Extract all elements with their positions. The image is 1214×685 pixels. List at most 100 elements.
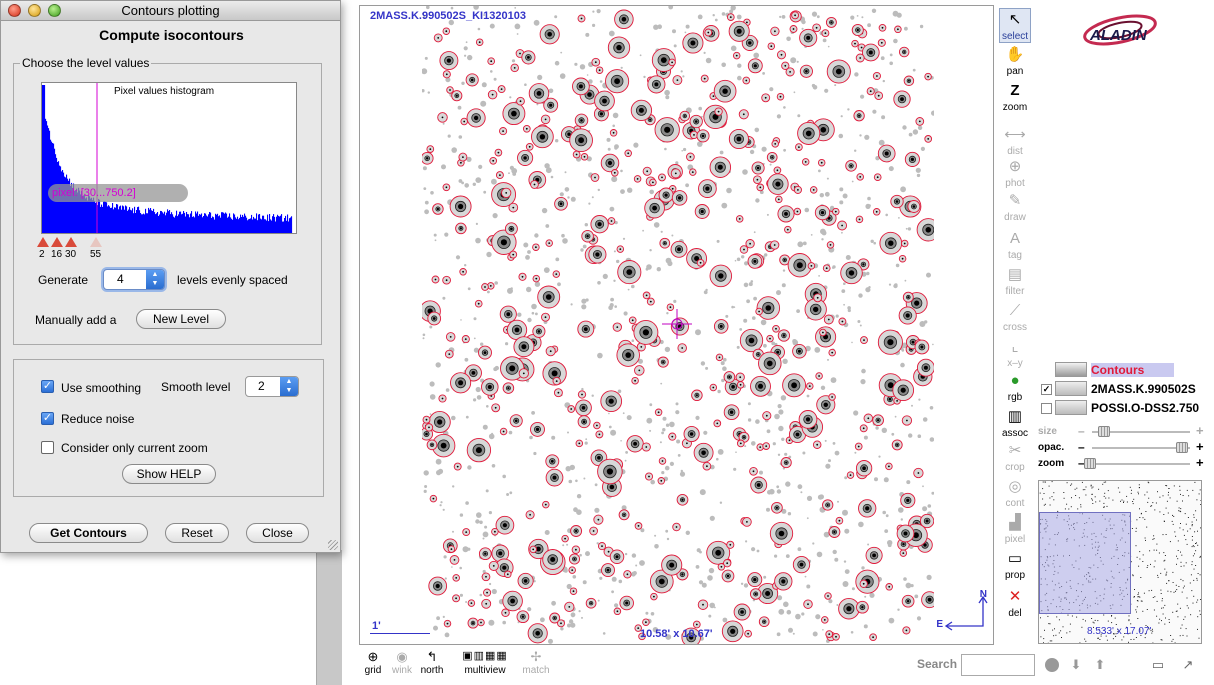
external-window-icon[interactable]: ↗ bbox=[1181, 658, 1195, 672]
layer-contours[interactable]: Contours bbox=[1038, 361, 1214, 379]
circle-icon[interactable] bbox=[1045, 658, 1059, 672]
star-source bbox=[815, 372, 823, 380]
overview-viewport[interactable] bbox=[1039, 512, 1131, 614]
image-view[interactable]: 2MASS.K.990502S_KI1320103 1' 10.58' x 10… bbox=[359, 5, 994, 645]
overview-star bbox=[1192, 489, 1194, 491]
zoom-window-icon[interactable] bbox=[48, 4, 61, 17]
phot-tool-button[interactable]: ⊕ phot bbox=[999, 156, 1031, 189]
close-window-icon[interactable] bbox=[8, 4, 21, 17]
level-marker-handle[interactable] bbox=[37, 237, 49, 247]
dist-tool-button[interactable]: ⟷ dist bbox=[999, 124, 1031, 157]
background-noise bbox=[926, 574, 932, 581]
star-source bbox=[432, 203, 444, 215]
window-icon[interactable]: ▭ bbox=[1151, 658, 1165, 672]
arrow-up-icon[interactable]: ⬆ bbox=[1093, 658, 1107, 672]
overview-star bbox=[1180, 551, 1181, 553]
cont-tool-button[interactable]: ◎ cont bbox=[999, 476, 1031, 509]
star-source bbox=[594, 90, 615, 112]
layer-visible-checkbox[interactable]: ✓ bbox=[1041, 384, 1052, 395]
pixel-tool-button[interactable]: ▟ pixel bbox=[999, 512, 1031, 545]
star-source bbox=[860, 336, 868, 345]
overview-star bbox=[1184, 616, 1186, 618]
star-source bbox=[819, 328, 827, 337]
select-arrow-icon: ↖ bbox=[1008, 11, 1022, 28]
reduce-noise-checkbox[interactable]: ✓ bbox=[41, 412, 54, 425]
layer-2mass[interactable]: ✓ 2MASS.K.990502S bbox=[1038, 380, 1214, 398]
overview-star bbox=[1176, 555, 1177, 557]
plus-icon[interactable]: + bbox=[1196, 439, 1204, 454]
background-noise bbox=[486, 251, 492, 258]
star-source bbox=[539, 24, 560, 45]
overview-star bbox=[1197, 628, 1198, 630]
pixel-histogram[interactable]: Pixel values histogram pixel: [30...750.… bbox=[41, 82, 297, 234]
background-noise bbox=[867, 196, 871, 201]
tag-tool-button[interactable]: Atag bbox=[999, 228, 1031, 261]
background-noise bbox=[502, 474, 506, 479]
reset-button[interactable]: Reset bbox=[165, 523, 229, 543]
close-button[interactable]: Close bbox=[246, 523, 309, 543]
use-smoothing-checkbox[interactable]: ✓ bbox=[41, 380, 54, 393]
get-contours-button[interactable]: Get Contours bbox=[29, 523, 148, 543]
overview-star bbox=[1156, 549, 1158, 551]
current-zoom-checkbox[interactable] bbox=[41, 441, 54, 454]
background-noise bbox=[896, 12, 902, 18]
prop-tool-button[interactable]: ▭ prop bbox=[999, 548, 1031, 581]
new-level-button[interactable]: New Level bbox=[136, 309, 226, 329]
overview-star bbox=[1156, 615, 1158, 617]
levels-count-select[interactable]: 4 ▲ ▼ bbox=[103, 269, 165, 290]
background-noise bbox=[422, 333, 426, 337]
size-slider[interactable]: size – + bbox=[1038, 423, 1214, 439]
minus-icon[interactable]: – bbox=[1078, 424, 1085, 438]
overview-star bbox=[1069, 631, 1071, 633]
smooth-level-select[interactable]: 2 ▲ ▼ bbox=[245, 376, 299, 397]
level-marker-handle[interactable] bbox=[90, 237, 102, 247]
zoom-slider[interactable]: zoom – + bbox=[1038, 455, 1214, 471]
show-help-button[interactable]: Show HELP bbox=[122, 464, 216, 484]
draw-tool-button[interactable]: ✎ draw bbox=[999, 190, 1031, 223]
star-source bbox=[494, 148, 503, 157]
star-source bbox=[924, 135, 933, 143]
cross-tool-button[interactable]: ⟋ cross bbox=[999, 300, 1031, 333]
plus-icon[interactable]: + bbox=[1196, 455, 1204, 470]
search-input[interactable] bbox=[961, 654, 1035, 676]
slider-knob[interactable] bbox=[1084, 458, 1096, 469]
north-button[interactable]: ↰ north bbox=[414, 648, 450, 676]
minimize-window-icon[interactable] bbox=[28, 4, 41, 17]
background-noise bbox=[626, 415, 632, 421]
multiview-button[interactable]: ▣▥▦▦ multiview bbox=[452, 648, 518, 676]
minus-icon[interactable]: – bbox=[1078, 440, 1085, 454]
resize-grip-icon[interactable] bbox=[328, 540, 338, 550]
rgb-tool-button[interactable]: ● rgb bbox=[999, 370, 1031, 403]
del-tool-button[interactable]: ✕ del bbox=[999, 586, 1031, 619]
slider-knob[interactable] bbox=[1098, 426, 1110, 437]
overview-star bbox=[1161, 620, 1162, 622]
layer-visible-checkbox[interactable] bbox=[1041, 403, 1052, 414]
star-source bbox=[491, 403, 501, 413]
crop-tool-button[interactable]: ✂ crop bbox=[999, 440, 1031, 473]
level-marker-handle[interactable] bbox=[51, 237, 63, 247]
background-noise bbox=[639, 560, 645, 566]
xy-tool-button[interactable]: ⌞ x–y bbox=[999, 336, 1031, 369]
overview-panel[interactable]: 8.533' x 17.07' bbox=[1038, 480, 1202, 644]
plus-icon[interactable]: + bbox=[1196, 423, 1204, 438]
opacity-slider[interactable]: opac. – + bbox=[1038, 439, 1214, 455]
dialog-titlebar[interactable]: Contours plotting bbox=[1, 1, 340, 21]
overview-star bbox=[1076, 616, 1078, 618]
assoc-tool-button[interactable]: ▥ assoc bbox=[999, 406, 1031, 439]
star-source bbox=[491, 527, 499, 536]
overview-star bbox=[1131, 528, 1133, 529]
pan-tool-button[interactable]: ✋ pan bbox=[999, 44, 1031, 77]
filter-tool-button[interactable]: ▤ filter bbox=[999, 264, 1031, 297]
level-marker-handle[interactable] bbox=[65, 237, 77, 247]
slider-knob[interactable] bbox=[1176, 442, 1188, 453]
background-noise bbox=[802, 451, 806, 455]
layer-dss2[interactable]: POSSI.O-DSS2.750 bbox=[1038, 399, 1214, 417]
zoom-tool-button[interactable]: Zzoom bbox=[999, 80, 1031, 113]
match-button[interactable]: ✢ match bbox=[518, 648, 554, 676]
select-tool-button[interactable]: ↖ select bbox=[999, 8, 1031, 43]
arrow-down-icon[interactable]: ⬇ bbox=[1069, 658, 1083, 672]
overview-star bbox=[1161, 600, 1163, 602]
sky-image[interactable] bbox=[422, 6, 934, 644]
star-source bbox=[822, 499, 834, 511]
background-noise bbox=[872, 109, 877, 114]
